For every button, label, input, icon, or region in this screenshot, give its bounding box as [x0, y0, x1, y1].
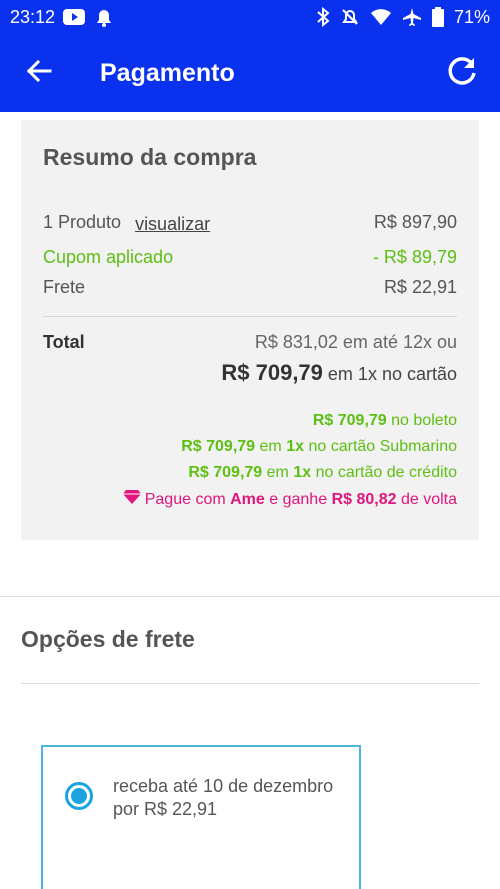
- arrow-left-icon: [26, 59, 52, 88]
- shipping-label: Frete: [43, 277, 86, 297]
- back-button[interactable]: [0, 34, 78, 112]
- credit-text: no cartão de crédito: [315, 464, 457, 481]
- total-cash-suffix: em 1x no cartão: [327, 364, 457, 384]
- shipping-value: R$ 22,91: [383, 277, 457, 297]
- product-price: R$ 897,90: [373, 212, 457, 232]
- airplane-icon: [402, 7, 422, 27]
- product-row: 1 Produto visualizar R$ 897,90: [43, 212, 457, 235]
- ame-suffix: de volta: [400, 490, 457, 508]
- submarino-price: R$ 709,79: [181, 438, 256, 455]
- coupon-row: Cupom aplicado - R$ 89,79: [43, 247, 457, 268]
- view-products-link[interactable]: visualizar: [135, 214, 210, 235]
- total-cash-price: R$ 709,79: [221, 360, 323, 385]
- shipping-option-text: receba até 10 de dezembro por R$ 22,91: [113, 776, 334, 819]
- ame-mid: e ganhe: [269, 490, 328, 508]
- total-cash: R$ 709,79 em 1x no cartão: [221, 360, 457, 386]
- coupon-value: - R$ 89,79: [372, 247, 457, 267]
- refresh-icon: [445, 54, 479, 93]
- summary-divider: [43, 316, 457, 317]
- notification-icon: [93, 7, 115, 27]
- summary-title: Resumo da compra: [43, 144, 257, 170]
- offer-credit-card: R$ 709,79 em 1x no cartão de crédito: [188, 464, 457, 482]
- mute-icon: [340, 7, 360, 27]
- app-bar: Pagamento: [0, 34, 500, 112]
- credit-times: 1x: [293, 464, 312, 481]
- battery-icon: [431, 7, 444, 27]
- shipping-row: Frete R$ 22,91: [43, 277, 457, 298]
- shipping-divider: [21, 683, 479, 684]
- submarino-mid: em: [259, 438, 282, 455]
- submarino-times: 1x: [286, 438, 305, 455]
- shipping-options-title: Opções de frete: [21, 626, 195, 652]
- total-label: Total: [43, 332, 85, 352]
- youtube-icon: [63, 9, 86, 25]
- refresh-button[interactable]: [442, 53, 482, 93]
- shipping-option-card[interactable]: receba até 10 de dezembro por R$ 22,91: [41, 745, 361, 889]
- ame-brand: Ame: [230, 490, 265, 508]
- ame-value: R$ 80,82: [331, 490, 397, 508]
- wifi-icon: [370, 8, 392, 26]
- ame-gem-icon: [122, 490, 141, 509]
- bluetooth-icon: [316, 7, 330, 27]
- purchase-summary-card: Resumo da compra 1 Produto visualizar R$…: [21, 120, 479, 540]
- product-label-group: 1 Produto visualizar: [43, 212, 210, 235]
- section-divider: [0, 596, 500, 597]
- status-bar: 23:12 71%: [0, 0, 500, 34]
- total-installments: R$ 831,02 em até 12x ou: [254, 332, 457, 352]
- clock: 23:12: [10, 6, 56, 27]
- boleto-price: R$ 709,79: [312, 412, 387, 429]
- battery-level: 71%: [453, 6, 490, 27]
- offer-ame-cashback: Pague com Ame e ganhe R$ 80,82 de volta: [122, 490, 457, 509]
- submarino-text: no cartão Submarino: [308, 438, 457, 455]
- credit-mid: em: [266, 464, 289, 481]
- offer-boleto: R$ 709,79 no boleto: [313, 412, 457, 430]
- product-count: 1 Produto: [43, 212, 122, 232]
- offer-submarino-card: R$ 709,79 em 1x no cartão Submarino: [181, 438, 457, 456]
- page-title: Pagamento: [100, 58, 235, 87]
- coupon-label: Cupom aplicado: [43, 247, 174, 267]
- ame-prefix: Pague com: [144, 490, 226, 508]
- shipping-option-radio[interactable]: [65, 782, 93, 810]
- ame-line: Pague com Ame e ganhe R$ 80,82 de volta: [145, 491, 457, 509]
- boleto-text: no boleto: [391, 412, 457, 429]
- credit-price: R$ 709,79: [188, 464, 263, 481]
- radio-selected-dot: [71, 788, 87, 804]
